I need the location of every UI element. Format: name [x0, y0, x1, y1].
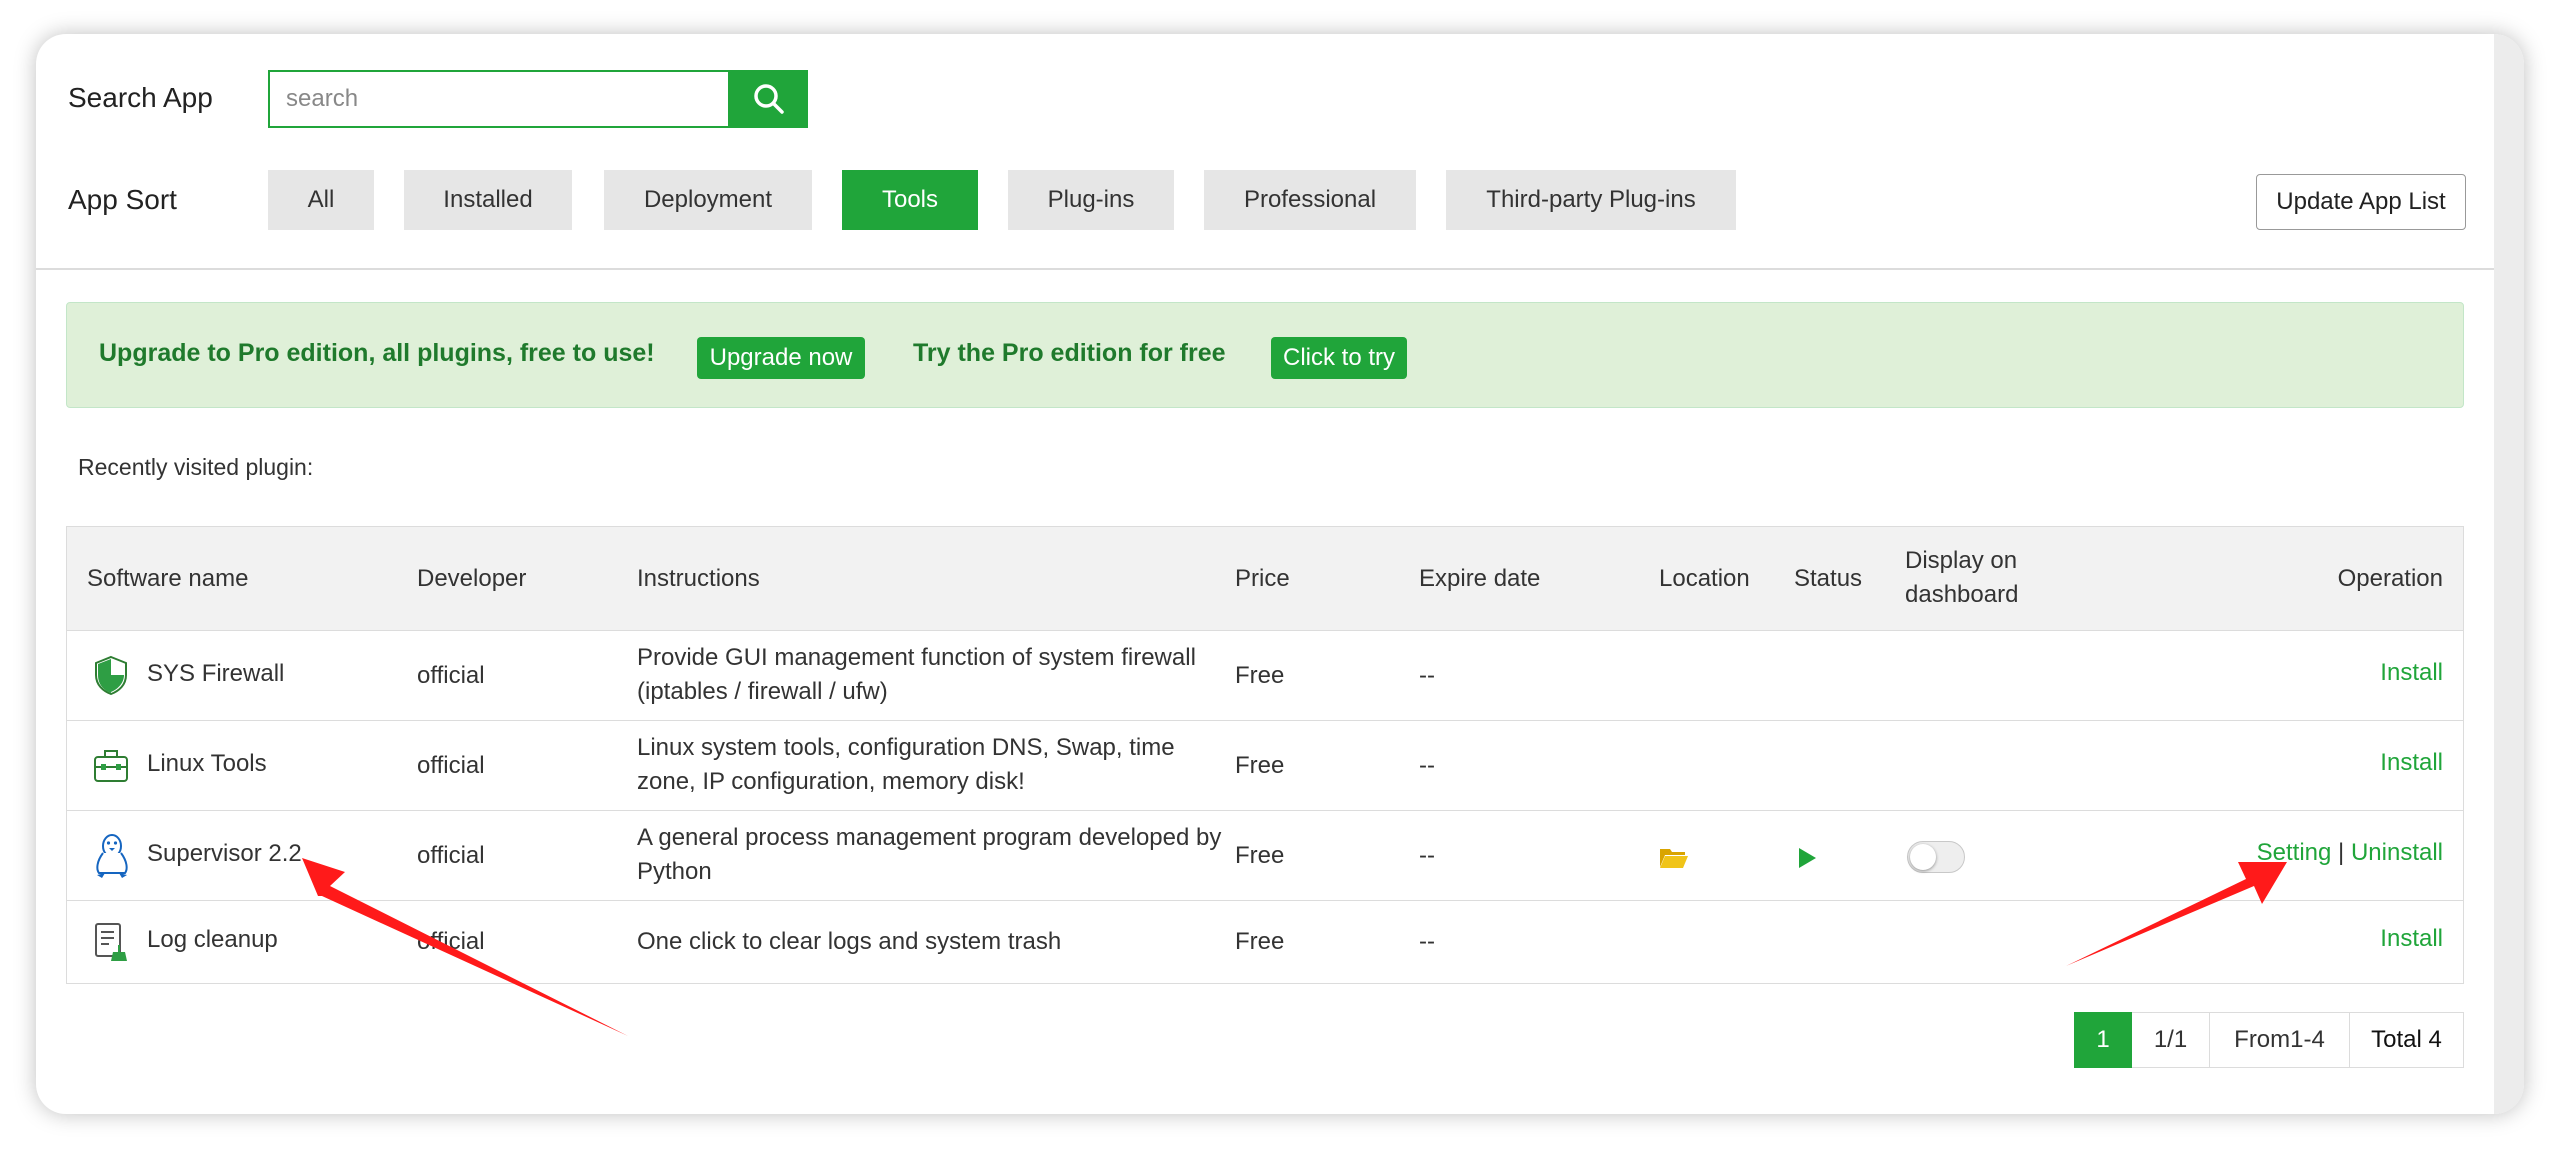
tab-deployment[interactable]: Deployment — [604, 170, 812, 230]
recently-visited-label: Recently visited plugin: — [78, 454, 314, 480]
folder-icon[interactable] — [1659, 845, 1689, 869]
expire-date: -- — [1419, 662, 1435, 689]
header-display-line1: Display on — [1905, 547, 2018, 574]
upgrade-now-button[interactable]: Upgrade now — [697, 337, 865, 379]
banner-trial-text: Try the Pro edition for free — [913, 339, 1226, 367]
table-row: Supervisor 2.2 official A general proces… — [67, 811, 2463, 901]
header-expire-date: Expire date — [1419, 565, 1541, 592]
page-1-button[interactable]: 1 — [2074, 1012, 2132, 1068]
play-icon[interactable] — [1797, 847, 1817, 869]
header-developer: Developer — [417, 565, 527, 592]
price: Free — [1235, 752, 1285, 779]
header-status: Status — [1794, 565, 1863, 592]
search-input[interactable] — [268, 70, 730, 128]
developer: official — [417, 928, 485, 955]
operation-links: Setting | Uninstall — [2257, 839, 2443, 867]
price: Free — [1235, 842, 1285, 869]
app-sort-label: App Sort — [68, 184, 177, 215]
expire-date: -- — [1419, 842, 1435, 869]
shield-icon — [95, 655, 127, 695]
tab-installed[interactable]: Installed — [404, 170, 572, 230]
penguin-icon — [96, 834, 128, 878]
instructions: A general process management program dev… — [637, 824, 1222, 885]
tab-all[interactable]: All — [268, 170, 374, 230]
tab-third-party-plug-ins[interactable]: Third-party Plug-ins — [1446, 170, 1736, 230]
log-cleanup-icon — [95, 923, 127, 961]
header-location: Location — [1659, 565, 1750, 592]
uninstall-link[interactable]: Uninstall — [2351, 839, 2443, 866]
table-header: Software name Developer Instructions Pri… — [67, 527, 2463, 631]
dashboard-toggle[interactable] — [1907, 841, 1965, 873]
scrollbar-track[interactable] — [2494, 34, 2524, 1114]
table-row: Linux Tools official Linux system tools,… — [67, 721, 2463, 811]
setting-link[interactable]: Setting — [2257, 839, 2332, 866]
software-name[interactable]: Supervisor 2.2 — [147, 837, 302, 871]
header-price: Price — [1235, 565, 1290, 592]
search-icon — [754, 84, 784, 114]
table-row: Log cleanup official One click to clear … — [67, 901, 2463, 985]
search-label: Search App — [68, 82, 213, 113]
click-to-try-button[interactable]: Click to try — [1271, 337, 1407, 379]
update-app-list-button[interactable]: Update App List — [2256, 174, 2466, 230]
instructions: Linux system tools, configuration DNS, S… — [637, 734, 1175, 795]
expire-date: -- — [1419, 928, 1435, 955]
operation-separator: | — [2338, 839, 2345, 866]
software-name[interactable]: Linux Tools — [147, 747, 267, 781]
search-button[interactable] — [730, 70, 808, 128]
header-display-on-dashboard: Display on dashboard — [1905, 544, 2018, 612]
pro-upgrade-banner: Upgrade to Pro edition, all plugins, fre… — [66, 302, 2464, 408]
page-count: 1/1 — [2132, 1012, 2210, 1068]
developer: official — [417, 662, 485, 689]
tab-tools[interactable]: Tools — [842, 170, 978, 230]
instructions: One click to clear logs and system trash — [637, 928, 1062, 955]
page-range: From1-4 — [2210, 1012, 2350, 1068]
header-display-line2: dashboard — [1905, 581, 2019, 608]
header-software-name: Software name — [87, 565, 249, 592]
software-name[interactable]: Log cleanup — [147, 923, 278, 957]
tab-professional[interactable]: Professional — [1204, 170, 1416, 230]
header-instructions: Instructions — [637, 565, 760, 592]
developer: official — [417, 752, 485, 779]
app-store-panel: Search App App Sort All Installed Deploy… — [36, 34, 2524, 1114]
developer: official — [417, 842, 485, 869]
instructions: Provide GUI management function of syste… — [637, 644, 1196, 705]
tab-plug-ins[interactable]: Plug-ins — [1008, 170, 1174, 230]
banner-upgrade-text: Upgrade to Pro edition, all plugins, fre… — [99, 339, 655, 367]
divider — [36, 268, 2494, 270]
page-total: Total 4 — [2350, 1012, 2464, 1068]
toggle-knob — [1910, 844, 1936, 870]
table-row: SYS Firewall official Provide GUI manage… — [67, 631, 2463, 721]
install-link[interactable]: Install — [2380, 749, 2443, 777]
install-link[interactable]: Install — [2380, 925, 2443, 953]
software-name[interactable]: SYS Firewall — [147, 657, 284, 691]
price: Free — [1235, 928, 1285, 955]
price: Free — [1235, 662, 1285, 689]
toolbox-icon — [94, 750, 128, 782]
header-operation: Operation — [2337, 565, 2443, 592]
software-table: Software name Developer Instructions Pri… — [66, 526, 2464, 984]
expire-date: -- — [1419, 752, 1435, 779]
install-link[interactable]: Install — [2380, 659, 2443, 687]
